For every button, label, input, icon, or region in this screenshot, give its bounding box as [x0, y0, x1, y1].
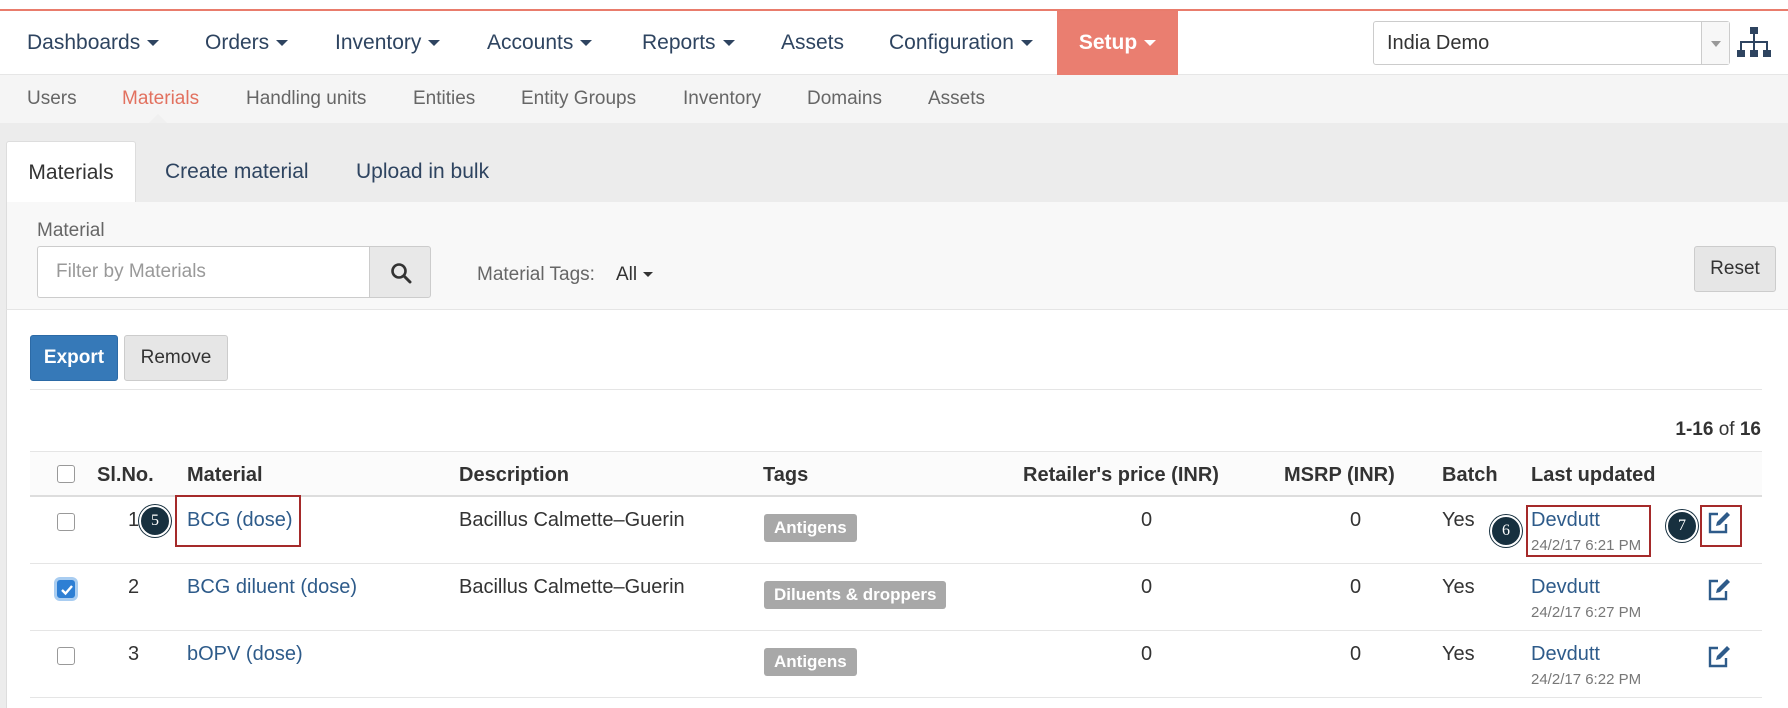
reset-button[interactable]: Reset: [1694, 246, 1776, 292]
search-icon: [391, 263, 412, 284]
material-tags-label: Material Tags:: [477, 264, 595, 285]
col-last-updated[interactable]: Last updated: [1531, 464, 1655, 487]
edit-icon[interactable]: [1706, 644, 1732, 670]
col-msrp[interactable]: MSRP (INR): [1284, 464, 1395, 487]
row-number: 2: [128, 576, 140, 598]
last-updated-time: 24/2/17 6:27 PM: [1531, 604, 1642, 621]
callout-box-edit: [1700, 505, 1742, 547]
col-batch[interactable]: Batch: [1442, 464, 1498, 487]
col-material[interactable]: Material: [187, 464, 263, 487]
last-updated-time: 24/2/17 6:22 PM: [1531, 671, 1642, 688]
material-link[interactable]: bOPV (dose): [187, 643, 303, 666]
domain-select[interactable]: India Demo: [1373, 21, 1730, 65]
nav-dashboards[interactable]: Dashboards: [27, 11, 160, 75]
nav-orders[interactable]: Orders: [205, 11, 289, 75]
edit-icon[interactable]: [1706, 577, 1732, 603]
row-number: 3: [128, 643, 140, 665]
tag-badge: Antigens: [764, 514, 857, 542]
tab-upload-in-bulk[interactable]: Upload in bulk: [356, 141, 489, 203]
active-subnav-pointer: [149, 114, 167, 123]
subnav-entities[interactable]: Entities: [413, 75, 475, 123]
search-button[interactable]: [369, 246, 431, 298]
subnav-entity-groups[interactable]: Entity Groups: [521, 75, 636, 123]
msrp: 0: [1350, 576, 1362, 598]
caret-down-icon: [580, 40, 593, 47]
top-accent-bar: [0, 0, 1788, 11]
col-tags[interactable]: Tags: [763, 464, 808, 487]
row-checkbox[interactable]: [57, 580, 75, 598]
tab-materials[interactable]: Materials: [6, 141, 136, 203]
caret-down-icon: [1144, 40, 1157, 47]
material-link[interactable]: BCG diluent (dose): [187, 576, 357, 599]
caret-down-icon: [722, 40, 735, 47]
batch: Yes: [1442, 576, 1475, 598]
material-filter-input[interactable]: [37, 246, 370, 298]
checkmark-icon: [61, 585, 73, 596]
caret-down-icon: [276, 40, 289, 47]
export-button[interactable]: Export: [30, 335, 118, 381]
callout-badge-6: 6: [1490, 515, 1522, 547]
remove-button[interactable]: Remove: [124, 335, 228, 381]
material-tags-dropdown[interactable]: All: [616, 264, 654, 286]
caret-down-icon: [428, 40, 441, 47]
dropdown-arrow-icon: [1701, 22, 1729, 64]
description: Bacillus Calmette–Guerin: [459, 509, 685, 531]
row-checkbox[interactable]: [57, 513, 75, 531]
sub-navbar: Users Materials Handling units Entities …: [0, 75, 1788, 123]
col-slno[interactable]: Sl.No.: [97, 464, 154, 487]
tag-badge: Antigens: [764, 648, 857, 676]
nav-inventory[interactable]: Inventory: [335, 11, 441, 75]
row-checkbox[interactable]: [57, 647, 75, 665]
retailer-price: 0: [1141, 576, 1153, 598]
sitemap-icon[interactable]: [1736, 25, 1772, 61]
tag-badge: Diluents & droppers: [764, 581, 947, 609]
retailer-price: 0: [1141, 643, 1153, 665]
last-updated-user-link[interactable]: Devdutt: [1531, 643, 1600, 666]
select-all-checkbox[interactable]: [57, 465, 75, 483]
msrp: 0: [1350, 643, 1362, 665]
row-number: 1: [128, 509, 140, 531]
material-filter-label: Material: [37, 220, 105, 241]
pagination-summary: 1-16 of 16: [1675, 419, 1761, 440]
table-row: 2 BCG diluent (dose) Bacillus Calmette–G…: [30, 564, 1762, 631]
col-retailer-price[interactable]: Retailer's price (INR): [1023, 464, 1219, 487]
nav-reports[interactable]: Reports: [642, 11, 735, 75]
description: Bacillus Calmette–Guerin: [459, 576, 685, 598]
last-updated-user-link[interactable]: Devdutt: [1531, 576, 1600, 599]
divider: [30, 389, 1762, 390]
retailer-price: 0: [1141, 509, 1153, 531]
batch: Yes: [1442, 643, 1475, 665]
callout-box-material: [175, 495, 301, 547]
subnav-users[interactable]: Users: [27, 75, 77, 123]
subnav-domains[interactable]: Domains: [807, 75, 882, 123]
callout-box-last-updated: [1526, 505, 1651, 557]
subnav-assets[interactable]: Assets: [928, 75, 985, 123]
table-row: 3 bOPV (dose) Antigens 0 0 Yes Devdutt 2…: [30, 631, 1762, 698]
msrp: 0: [1350, 509, 1362, 531]
col-description[interactable]: Description: [459, 464, 569, 487]
nav-assets[interactable]: Assets: [781, 11, 844, 75]
main-navbar: Dashboards Orders Inventory Accounts Rep…: [0, 11, 1788, 75]
tab-create-material[interactable]: Create material: [165, 141, 309, 203]
batch: Yes: [1442, 509, 1475, 531]
table-header: Sl.No. Material Description Tags Retaile…: [30, 451, 1762, 497]
caret-down-icon: [1020, 40, 1033, 47]
nav-configuration[interactable]: Configuration: [889, 11, 1033, 75]
caret-down-icon: [643, 272, 654, 278]
callout-badge-7: 7: [1666, 510, 1698, 542]
caret-down-icon: [147, 40, 160, 47]
callout-badge-5: 5: [139, 505, 171, 537]
nav-accounts[interactable]: Accounts: [487, 11, 593, 75]
subnav-handling-units[interactable]: Handling units: [246, 75, 366, 123]
nav-setup[interactable]: Setup: [1057, 11, 1178, 75]
subnav-inventory[interactable]: Inventory: [683, 75, 761, 123]
